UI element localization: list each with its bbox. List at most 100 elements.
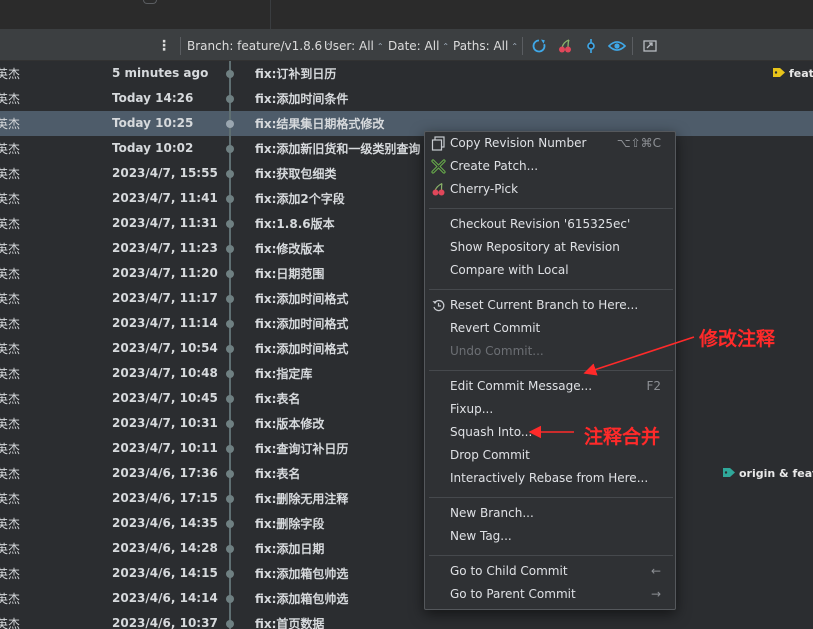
commit-row-selected[interactable]: 英杰 Today 10:25 fix:结果集日期格式修改	[0, 111, 813, 136]
commit-date: 2023/4/7, 11:41	[112, 191, 218, 205]
commit-row[interactable]: 英杰 2023/4/6, 17:15 fix:删除无用注释	[0, 486, 813, 511]
cherry-pick-icon[interactable]	[555, 36, 575, 56]
editor-guide-line	[270, 0, 271, 29]
origin-ref-label: origin & featur	[739, 467, 813, 480]
commit-message: fix:删除无用注释	[255, 492, 349, 506]
menu-item-go-child[interactable]: Go to Child Commit ←	[425, 560, 675, 583]
editor-strip	[0, 0, 813, 30]
commit-author: 英杰	[0, 367, 21, 381]
menu-item-create-patch[interactable]: Create Patch...	[425, 155, 675, 178]
menu-item-revert-commit[interactable]: Revert Commit	[425, 317, 675, 340]
menu-item-go-parent[interactable]: Go to Parent Commit →	[425, 583, 675, 606]
commit-row[interactable]: 英杰 2023/4/7, 11:20 fix:日期范围	[0, 261, 813, 286]
commit-row[interactable]: 英杰 2023/4/6, 17:36 fix:表名	[0, 461, 813, 486]
menu-item-label: Show Repository at Revision	[450, 240, 620, 254]
copy-icon	[431, 136, 445, 151]
menu-item-interactive-rebase[interactable]: Interactively Rebase from Here...	[425, 467, 675, 490]
menu-item-show-repository[interactable]: Show Repository at Revision	[425, 236, 675, 259]
user-filter[interactable]: User: All ⌃	[324, 37, 384, 55]
commit-message: fix:修改版本	[255, 242, 325, 256]
menu-item-new-branch[interactable]: New Branch...	[425, 502, 675, 525]
commit-row[interactable]: 英杰 Today 10:02 fix:添加新旧货和一级类别查询	[0, 136, 813, 161]
commit-row[interactable]: 英杰 2023/4/7, 11:41 fix:添加2个字段	[0, 186, 813, 211]
eye-icon[interactable]	[607, 36, 627, 56]
commit-author: 英杰	[0, 117, 21, 131]
commit-row[interactable]: 英杰 2023/4/7, 10:45 fix:表名	[0, 386, 813, 411]
commit-node-icon	[226, 220, 234, 228]
commit-author: 英杰	[0, 92, 21, 106]
menu-item-reset-branch[interactable]: Reset Current Branch to Here...	[425, 294, 675, 317]
more-options-icon[interactable]: ⋮	[157, 37, 171, 55]
refresh-icon[interactable]	[529, 36, 549, 56]
commit-row[interactable]: 英杰 5 minutes ago fix:订补到日历	[0, 61, 813, 86]
commit-row[interactable]: 英杰 2023/4/6, 14:28 fix:添加日期	[0, 536, 813, 561]
commit-row[interactable]: 英杰 2023/4/7, 11:31 fix:1.8.6版本	[0, 211, 813, 236]
commit-row[interactable]: 英杰 Today 14:26 fix:添加时间条件	[0, 86, 813, 111]
commit-date: 2023/4/7, 11:17	[112, 291, 218, 305]
commit-row[interactable]: 英杰 2023/4/6, 14:35 fix:删除字段	[0, 511, 813, 536]
commit-message: fix:订补到日历	[255, 67, 337, 81]
commit-author: 英杰	[0, 292, 21, 306]
chevron-updown-icon: ⌃	[376, 42, 384, 51]
commit-author: 英杰	[0, 242, 21, 256]
branch-ref-tag[interactable]: featu	[772, 67, 813, 80]
commit-node-icon	[226, 70, 234, 78]
commit-message: fix:1.8.6版本	[255, 217, 335, 231]
commit-author: 英杰	[0, 192, 21, 206]
menu-item-checkout-revision[interactable]: Checkout Revision '615325ec'	[425, 213, 675, 236]
commit-author: 英杰	[0, 67, 21, 81]
commit-node-icon	[226, 370, 234, 378]
menu-item-label: Interactively Rebase from Here...	[450, 471, 649, 485]
menu-item-shortcut: ⌥⇧⌘C	[616, 136, 661, 150]
commit-row[interactable]: 英杰 2023/4/6, 10:37 fix:首页数据	[0, 611, 813, 629]
commit-message: fix:添加新旧货和一级类别查询	[255, 142, 421, 156]
commit-message: fix:添加时间格式	[255, 342, 349, 356]
commit-author: 英杰	[0, 617, 21, 629]
menu-item-new-tag[interactable]: New Tag...	[425, 525, 675, 548]
commit-row[interactable]: 英杰 2023/4/7, 10:48 fix:指定库	[0, 361, 813, 386]
commit-row[interactable]: 英杰 2023/4/7, 11:14 fix:添加时间格式	[0, 311, 813, 336]
menu-item-copy-revision[interactable]: Copy Revision Number ⌥⇧⌘C	[425, 132, 675, 155]
commit-date: 2023/4/7, 11:31	[112, 216, 218, 230]
branch-filter[interactable]: Branch: feature/v1.8.6 ⌃	[187, 37, 332, 55]
menu-separator	[429, 555, 673, 556]
menu-item-fixup[interactable]: Fixup...	[425, 398, 675, 421]
commit-row[interactable]: 英杰 2023/4/7, 15:55 fix:获取包细类	[0, 161, 813, 186]
commit-row[interactable]: 英杰 2023/4/7, 10:54 fix:添加时间格式	[0, 336, 813, 361]
paths-filter-label: Paths: All	[453, 39, 509, 53]
commit-author: 英杰	[0, 392, 21, 406]
commit-node-icon	[226, 295, 234, 303]
menu-item-edit-commit-message[interactable]: Edit Commit Message... F2	[425, 375, 675, 398]
commit-node-icon	[226, 245, 234, 253]
commit-row[interactable]: 英杰 2023/4/6, 14:15 fix:添加箱包帅选	[0, 561, 813, 586]
date-filter[interactable]: Date: All ⌃	[388, 37, 449, 55]
commit-node-icon	[226, 545, 234, 553]
menu-item-label: Drop Commit	[450, 448, 530, 462]
commit-node-icon	[226, 270, 234, 278]
open-in-new-tab-icon[interactable]	[640, 36, 660, 56]
commit-row[interactable]: 英杰 2023/4/6, 14:14 fix:添加箱包帅选	[0, 586, 813, 611]
toolbar-separator	[632, 37, 633, 55]
commit-message: fix:获取包细类	[255, 167, 337, 181]
commit-row[interactable]: 英杰 2023/4/7, 11:17 fix:添加时间格式	[0, 286, 813, 311]
go-to-hash-icon[interactable]	[581, 36, 601, 56]
menu-item-cherry-pick[interactable]: Cherry-Pick	[425, 178, 675, 201]
commit-date: 2023/4/6, 17:36	[112, 466, 218, 480]
paths-filter[interactable]: Paths: All ⌃	[453, 37, 518, 55]
commit-author: 英杰	[0, 142, 21, 156]
chevron-updown-icon: ⌃	[442, 42, 450, 51]
commit-date: 2023/4/7, 11:14	[112, 316, 218, 330]
commit-date: 2023/4/7, 10:45	[112, 391, 218, 405]
commit-author: 英杰	[0, 167, 21, 181]
commit-node-icon	[226, 145, 234, 153]
commit-row[interactable]: 英杰 2023/4/7, 11:23 fix:修改版本	[0, 236, 813, 261]
commit-row[interactable]: 英杰 2023/4/7, 10:11 fix:查询订补日历	[0, 436, 813, 461]
menu-item-compare-local[interactable]: Compare with Local	[425, 259, 675, 282]
commit-author: 英杰	[0, 492, 21, 506]
tag-icon	[773, 68, 785, 77]
menu-item-label: Compare with Local	[450, 263, 569, 277]
commit-author: 英杰	[0, 317, 21, 331]
tag-icon	[723, 468, 735, 477]
commit-row[interactable]: 英杰 2023/4/7, 10:31 fix:版本修改	[0, 411, 813, 436]
origin-ref-tag[interactable]: origin & featur	[722, 467, 813, 480]
